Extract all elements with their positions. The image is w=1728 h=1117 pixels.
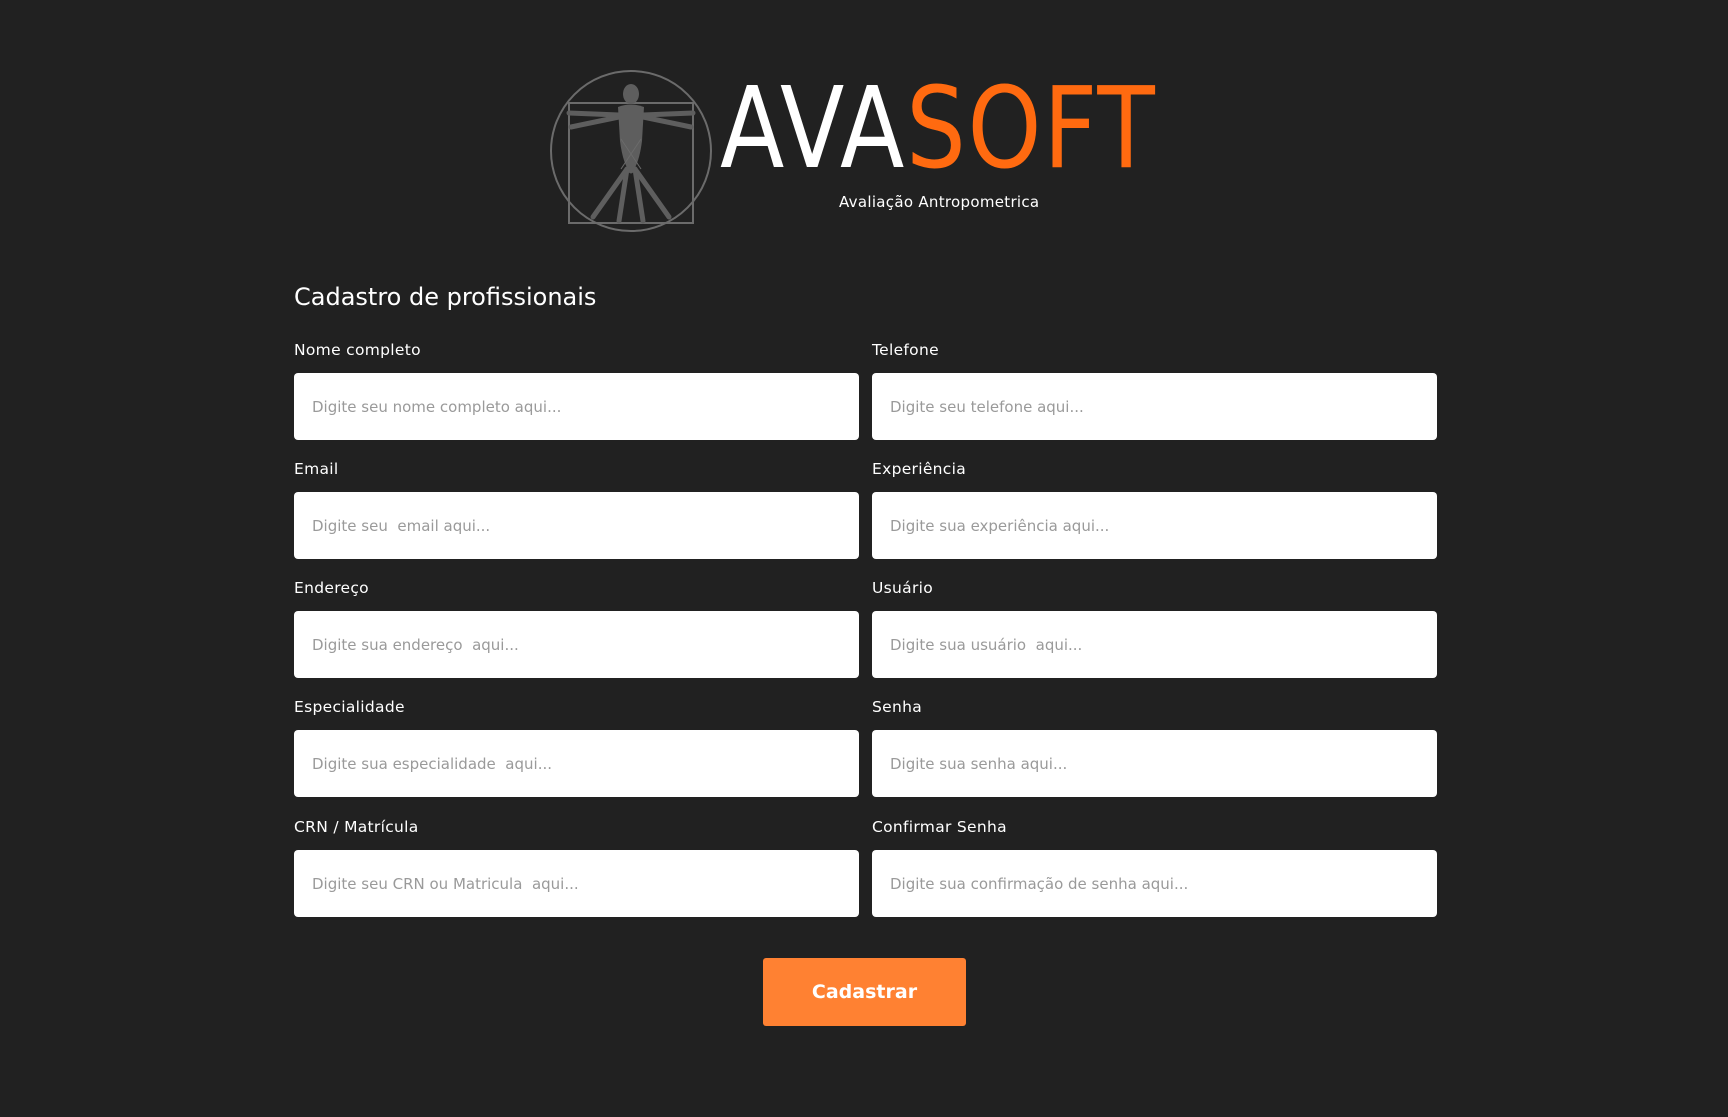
- field-nome: Nome completo: [294, 340, 859, 440]
- brand-name-part2: SOFT: [906, 64, 1157, 194]
- senha-input[interactable]: [872, 730, 1437, 797]
- field-senha: Senha: [872, 697, 1437, 797]
- especialidade-input[interactable]: [294, 730, 859, 797]
- nome-input[interactable]: [294, 373, 859, 440]
- field-experiencia: Experiência: [872, 459, 1437, 559]
- field-usuario: Usuário: [872, 578, 1437, 678]
- field-endereco: Endereço: [294, 578, 859, 678]
- cadastrar-button[interactable]: Cadastrar: [763, 958, 966, 1026]
- field-telefone: Telefone: [872, 340, 1437, 440]
- crn-input[interactable]: [294, 850, 859, 917]
- brand-tagline: Avaliação Antropometrica: [839, 193, 1040, 211]
- field-especialidade: Especialidade: [294, 697, 859, 797]
- crn-label: CRN / Matrícula: [294, 818, 419, 836]
- senha-label: Senha: [872, 698, 923, 716]
- telefone-input[interactable]: [872, 373, 1437, 440]
- nome-label: Nome completo: [294, 341, 421, 359]
- especialidade-label: Especialidade: [294, 698, 405, 716]
- endereco-label: Endereço: [294, 579, 369, 597]
- email-label: Email: [294, 460, 339, 478]
- vitruvian-man-icon: [550, 70, 712, 232]
- field-confirmar-senha: Confirmar Senha: [872, 817, 1437, 917]
- field-email: Email: [294, 459, 859, 559]
- telefone-label: Telefone: [872, 341, 939, 359]
- field-crn: CRN / Matrícula: [294, 817, 859, 917]
- brand-name: AVASOFT: [720, 73, 1157, 185]
- usuario-label: Usuário: [872, 579, 934, 597]
- form-title: Cadastro de profissionais: [294, 283, 597, 311]
- email-input[interactable]: [294, 492, 859, 559]
- endereco-input[interactable]: [294, 611, 859, 678]
- confirmar-senha-input[interactable]: [872, 850, 1437, 917]
- confirmar-senha-label: Confirmar Senha: [872, 818, 1007, 836]
- experiencia-label: Experiência: [872, 460, 967, 478]
- brand-name-part1: AVA: [720, 64, 907, 194]
- experiencia-input[interactable]: [872, 492, 1437, 559]
- brand-logo: AVASOFT Avaliação Antropometrica: [549, 69, 1189, 235]
- usuario-input[interactable]: [872, 611, 1437, 678]
